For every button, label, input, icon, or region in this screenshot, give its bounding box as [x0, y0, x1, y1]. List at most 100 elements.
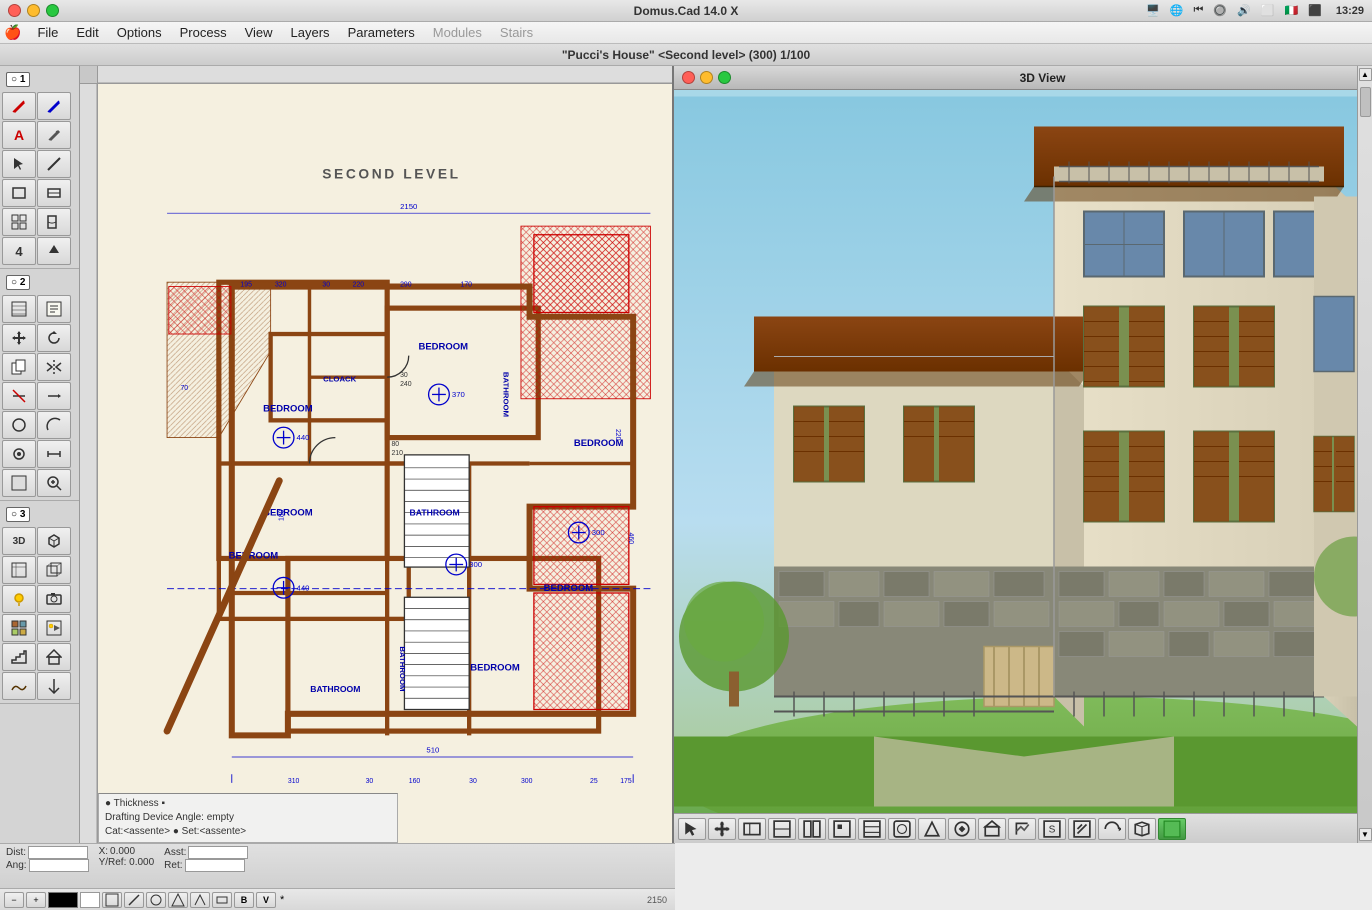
menu-item-edit[interactable]: Edit	[68, 23, 106, 42]
3d-tool-b4[interactable]	[828, 818, 856, 840]
svg-text:CLOACK: CLOACK	[323, 375, 357, 384]
bottom-btn-b[interactable]: B	[234, 892, 254, 908]
svg-text:BATHROOM: BATHROOM	[398, 646, 407, 691]
tool-select-1[interactable]	[2, 150, 36, 178]
bottom-btn-6[interactable]	[212, 892, 232, 908]
minimize-button[interactable]	[27, 4, 40, 17]
menu-item-stairs[interactable]: Stairs	[492, 23, 541, 42]
tool-circle[interactable]	[2, 411, 36, 439]
menu-item-options[interactable]: Options	[109, 23, 170, 42]
3d-tool-b7[interactable]	[918, 818, 946, 840]
3d-tool-b12[interactable]	[1068, 818, 1096, 840]
tool-3d-box[interactable]	[37, 527, 71, 555]
bottom-btn-5[interactable]	[190, 892, 210, 908]
3d-tool-b3[interactable]	[798, 818, 826, 840]
tool-stair[interactable]	[2, 643, 36, 671]
tool-arc[interactable]	[37, 411, 71, 439]
3d-tool-b2[interactable]	[768, 818, 796, 840]
scroll-up-btn[interactable]: ▲	[1359, 68, 1372, 81]
dist-input[interactable]	[28, 846, 88, 859]
scroll-down-btn[interactable]: ▼	[1359, 828, 1372, 841]
3d-titlebar: 3D View	[674, 66, 1357, 90]
bottom-btn-1[interactable]	[102, 892, 122, 908]
3d-tool-b14[interactable]	[1128, 818, 1156, 840]
canvas-area[interactable]: SECOND LEVEL 2150	[98, 84, 672, 843]
menu-item-layers[interactable]: Layers	[283, 23, 338, 42]
3d-tool-green[interactable]	[1158, 818, 1186, 840]
color-swatch[interactable]	[48, 892, 78, 908]
tool-trim[interactable]	[2, 382, 36, 410]
tool-terrain[interactable]	[2, 672, 36, 700]
fill-swatch[interactable]	[80, 892, 100, 908]
ret-input[interactable]	[185, 859, 245, 872]
3d-tool-b10[interactable]	[1008, 818, 1036, 840]
3d-tool-b6[interactable]	[888, 818, 916, 840]
3d-tool-b8[interactable]	[948, 818, 976, 840]
bottom-btn-4[interactable]	[168, 892, 188, 908]
3d-tool-b5[interactable]	[858, 818, 886, 840]
tool-measure[interactable]	[37, 440, 71, 468]
menu-item-modules[interactable]: Modules	[425, 23, 490, 42]
asst-input[interactable]	[188, 846, 248, 859]
menu-item-view[interactable]: View	[237, 23, 281, 42]
3d-tool-b1[interactable]	[738, 818, 766, 840]
tool-3d[interactable]: 3D	[2, 527, 36, 555]
tool-door[interactable]	[37, 208, 71, 236]
tool-pencil-red[interactable]	[2, 92, 36, 120]
maximize-button[interactable]	[46, 4, 59, 17]
tool-pencil-2[interactable]	[37, 121, 71, 149]
3d-tool-b13[interactable]	[1098, 818, 1126, 840]
tool-number-4[interactable]: 4	[2, 237, 36, 265]
3d-min-btn[interactable]	[700, 71, 713, 84]
3d-tool-pan[interactable]	[708, 818, 736, 840]
ang-input[interactable]	[29, 859, 89, 872]
menu-item-process[interactable]: Process	[172, 23, 235, 42]
3d-close-btn[interactable]	[682, 71, 695, 84]
ruler-svg-left	[80, 84, 98, 843]
3d-tool-b9[interactable]	[978, 818, 1006, 840]
tool-roof[interactable]	[37, 643, 71, 671]
x-val: 0.000	[110, 846, 135, 857]
3d-max-btn[interactable]	[718, 71, 731, 84]
tool-light[interactable]	[2, 585, 36, 613]
bottom-btn-2[interactable]	[124, 892, 144, 908]
close-button[interactable]	[8, 4, 21, 17]
scroll-thumb[interactable]	[1360, 87, 1371, 117]
svg-text:BEDROOM: BEDROOM	[229, 550, 279, 561]
bottom-btn-v[interactable]: V	[256, 892, 276, 908]
menu-item-parameters[interactable]: Parameters	[340, 23, 423, 42]
tool-rect[interactable]	[2, 179, 36, 207]
tool-render[interactable]	[37, 614, 71, 642]
tool-arrow-up[interactable]	[37, 237, 71, 265]
3d-tool-arrow[interactable]	[678, 818, 706, 840]
tool-hatch[interactable]	[2, 295, 36, 323]
tool-copy[interactable]	[2, 353, 36, 381]
tool-3d-view1[interactable]	[2, 556, 36, 584]
tool-fill[interactable]	[2, 469, 36, 497]
tool-zoom-in[interactable]	[37, 469, 71, 497]
tool-move[interactable]	[2, 324, 36, 352]
tool-mirror[interactable]	[37, 353, 71, 381]
3d-tool-b11[interactable]: S	[1038, 818, 1066, 840]
tool-row-s3-1: 3D	[2, 527, 77, 555]
tool-material[interactable]	[2, 614, 36, 642]
tool-import[interactable]	[37, 672, 71, 700]
tool-extend[interactable]	[37, 382, 71, 410]
tool-line[interactable]	[37, 150, 71, 178]
bottom-btn-minus[interactable]: −	[4, 892, 24, 908]
tool-edit[interactable]	[37, 295, 71, 323]
menu-item-file[interactable]: File	[29, 23, 66, 42]
tool-3d-view2[interactable]	[37, 556, 71, 584]
tool-camera[interactable]	[37, 585, 71, 613]
svg-text:BEDROOM: BEDROOM	[263, 507, 313, 518]
bottom-btn-3[interactable]	[146, 892, 166, 908]
tool-text-a[interactable]: A	[2, 121, 36, 149]
tool-wall[interactable]	[37, 179, 71, 207]
3d-view-content[interactable]	[674, 90, 1357, 813]
apple-menu[interactable]: 🍎	[4, 24, 21, 41]
tool-rotate[interactable]	[37, 324, 71, 352]
bottom-btn-plus[interactable]: +	[26, 892, 46, 908]
tool-grid[interactable]	[2, 208, 36, 236]
tool-snap[interactable]	[2, 440, 36, 468]
tool-pencil-blue[interactable]	[37, 92, 71, 120]
